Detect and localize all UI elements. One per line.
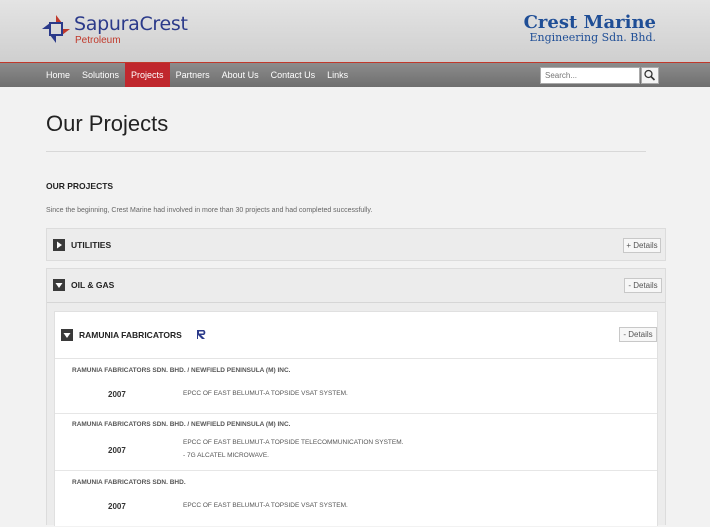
utilities-panel-header[interactable]: UTILITIES + Details	[47, 229, 665, 262]
search-button[interactable]	[641, 67, 659, 84]
nav-items: Home Solutions Projects Partners About U…	[40, 63, 354, 87]
project-year: 2007	[108, 446, 126, 455]
project-company: RAMUNIA FABRICATORS SDN. BHD. / NEWFIELD…	[72, 421, 291, 428]
project-description: EPCC OF EAST BELUMUT-A TOPSIDE VSAT SYST…	[183, 502, 348, 509]
brand-name: SapuraCrest	[74, 13, 188, 35]
collapse-arrow-icon[interactable]	[53, 279, 65, 291]
nav-item-contact-us[interactable]: Contact Us	[265, 63, 322, 87]
oil-gas-label: OIL & GAS	[71, 280, 115, 290]
ramunia-subpanel-header[interactable]: RAMUNIA FABRICATORS - Details	[55, 312, 657, 358]
nav-item-projects[interactable]: Projects	[125, 63, 170, 87]
ramunia-subpanel: RAMUNIA FABRICATORS - Details RAMUNIA FA…	[54, 311, 658, 526]
main-nav: Home Solutions Projects Partners About U…	[0, 63, 710, 87]
project-year: 2007	[108, 502, 126, 511]
utilities-panel: UTILITIES + Details	[46, 228, 666, 261]
project-description: EPCC OF EAST BELUMUT-A TOPSIDE VSAT SYST…	[183, 390, 348, 397]
title-divider	[46, 151, 646, 152]
project-company: RAMUNIA FABRICATORS SDN. BHD.	[72, 479, 186, 486]
ramunia-details-button[interactable]: - Details	[619, 327, 657, 342]
search-input[interactable]	[540, 67, 640, 84]
sapuracrest-logo-mark-icon	[42, 15, 70, 43]
project-description-extra: - 7G ALCATEL MICROWAVE.	[183, 452, 269, 459]
search-icon	[644, 69, 656, 81]
nav-item-home[interactable]: Home	[40, 63, 76, 87]
nav-item-links[interactable]: Links	[321, 63, 354, 87]
ramunia-label: RAMUNIA FABRICATORS	[79, 330, 182, 340]
section-heading: OUR PROJECTS	[46, 181, 114, 191]
utilities-label: UTILITIES	[71, 240, 112, 250]
nav-item-partners[interactable]: Partners	[170, 63, 216, 87]
expand-arrow-icon[interactable]	[53, 239, 65, 251]
brand-subtitle: Petroleum	[75, 35, 121, 46]
project-year: 2007	[108, 390, 126, 399]
project-row: RAMUNIA FABRICATORS SDN. BHD. 2007 EPCC …	[55, 471, 657, 527]
project-row: RAMUNIA FABRICATORS SDN. BHD. / NEWFIELD…	[55, 414, 657, 470]
collapse-arrow-icon[interactable]	[61, 329, 73, 341]
utilities-details-button[interactable]: + Details	[623, 238, 661, 253]
nav-item-about-us[interactable]: About Us	[216, 63, 265, 87]
oil-gas-panel-header[interactable]: OIL & GAS - Details	[47, 269, 665, 302]
oil-gas-panel: OIL & GAS - Details RAMUNIA FABRICATORS …	[46, 268, 666, 526]
oil-gas-details-button[interactable]: - Details	[624, 278, 662, 293]
site-header: SapuraCrest Petroleum Crest Marine Engin…	[0, 0, 710, 63]
project-description: EPCC OF EAST BELUMUT-A TOPSIDE TELECOMMU…	[183, 439, 404, 446]
project-row: RAMUNIA FABRICATORS SDN. BHD. / NEWFIELD…	[55, 359, 657, 413]
intro-text: Since the beginning, Crest Marine had in…	[46, 207, 373, 214]
ramunia-logo-icon	[195, 328, 208, 341]
nav-item-solutions[interactable]: Solutions	[76, 63, 125, 87]
project-company: RAMUNIA FABRICATORS SDN. BHD. / NEWFIELD…	[72, 367, 291, 374]
oil-gas-divider	[47, 302, 665, 303]
crest-marine-logo: Crest Marine Engineering Sdn. Bhd.	[524, 14, 656, 44]
crest-marine-subtitle: Engineering Sdn. Bhd.	[529, 31, 656, 44]
page-title: Our Projects	[46, 111, 169, 136]
sapuracrest-logo[interactable]: SapuraCrest Petroleum	[42, 13, 188, 49]
crest-marine-name: Crest Marine	[523, 12, 656, 33]
